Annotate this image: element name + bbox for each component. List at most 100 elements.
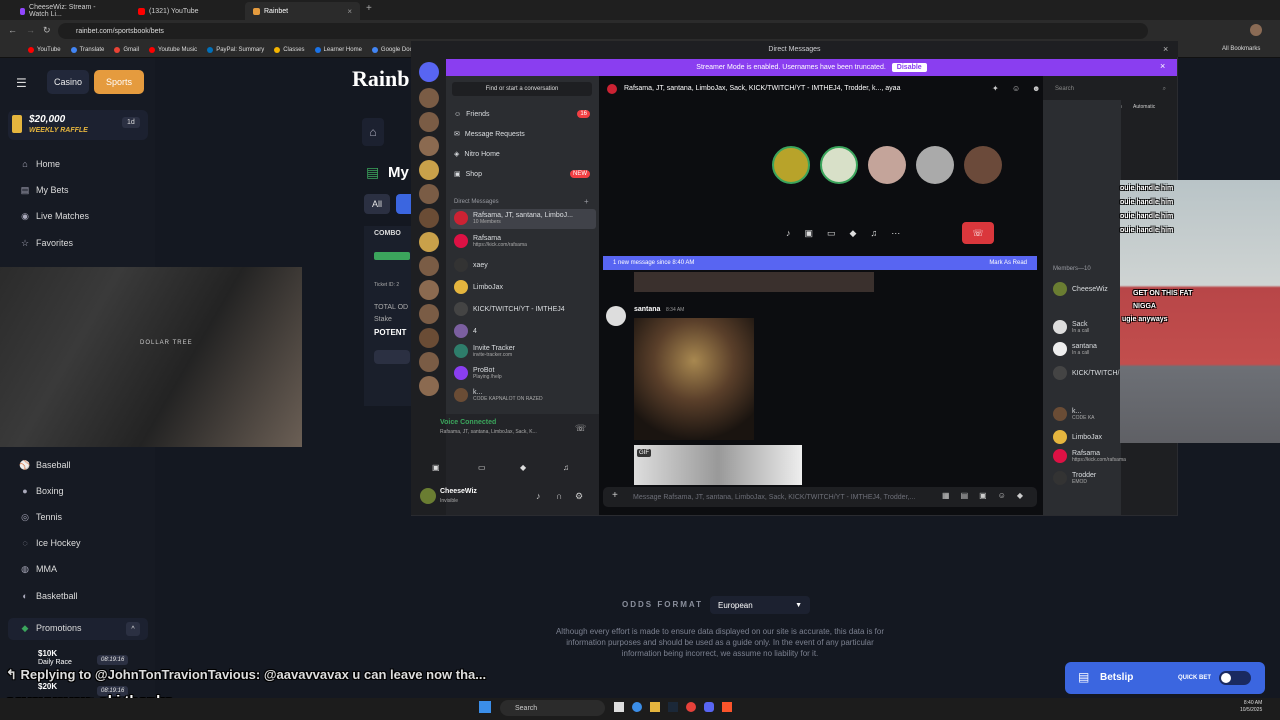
menu-nitro-home[interactable]: ◈ Nitro Home — [454, 150, 500, 159]
reload-icon[interactable]: ↻ — [43, 25, 51, 36]
mark-as-read-button[interactable]: Mark As Read — [989, 260, 1027, 266]
close-icon[interactable]: × — [347, 7, 352, 16]
banner-close-icon[interactable]: × — [1160, 61, 1165, 71]
previous-image[interactable] — [634, 272, 874, 292]
server-avatar[interactable] — [419, 160, 439, 180]
message-author[interactable]: santana — [634, 306, 660, 313]
nav-tennis[interactable]: ◎ Tennis — [20, 512, 62, 523]
filter-all[interactable]: All — [364, 194, 390, 214]
headphones-icon[interactable]: ∩ — [556, 491, 562, 501]
steam-icon[interactable] — [668, 702, 678, 712]
casino-button[interactable]: Casino — [47, 70, 89, 94]
nav-my-bets[interactable]: ▤ My Bets — [20, 185, 69, 196]
discord-home-icon[interactable] — [419, 62, 439, 82]
dm-limbojax[interactable]: LimboJax — [454, 280, 503, 294]
camera-off-icon[interactable]: ▣ — [805, 228, 814, 239]
all-bookmarks[interactable]: All Bookmarks — [1222, 46, 1260, 52]
server-avatar[interactable] — [419, 376, 439, 396]
member-k[interactable]: k... CODE KA — [1053, 407, 1095, 421]
disable-button[interactable]: Disable — [891, 63, 927, 72]
forward-icon[interactable]: → — [26, 25, 35, 35]
sports-button[interactable]: Sports — [94, 70, 144, 94]
message-image[interactable] — [634, 318, 754, 440]
add-friends-icon[interactable]: ☺ — [1012, 84, 1020, 93]
mic-icon[interactable]: ♪ — [786, 228, 791, 238]
bookmark-paypal[interactable]: PayPal: Summary — [207, 46, 264, 53]
nav-baseball[interactable]: ⚾ Baseball — [19, 460, 70, 471]
leave-call-button[interactable]: ☏ — [962, 222, 994, 244]
bookmark-youtube[interactable]: YouTube — [28, 46, 61, 53]
member-trodder[interactable]: Trodder EMOD — [1053, 471, 1096, 485]
more-icon[interactable]: ⋯ — [891, 228, 900, 239]
call-participant-avatar[interactable] — [964, 146, 1002, 184]
quick-bet-toggle[interactable] — [1219, 671, 1251, 685]
gif-embed[interactable] — [634, 445, 802, 485]
member-cheesewiz[interactable]: CheeseWiz — [1053, 282, 1108, 296]
bookmark-gmail[interactable]: Gmail — [114, 46, 139, 53]
server-avatar[interactable] — [419, 112, 439, 132]
new-tab-button[interactable]: + — [366, 3, 372, 14]
cashout-button[interactable] — [374, 350, 410, 364]
bookmark-google-docs[interactable]: Google Docs — [371, 46, 416, 53]
nav-live-matches[interactable]: ◉ Live Matches — [20, 211, 89, 222]
add-dm-icon[interactable]: + — [584, 197, 589, 206]
dm-probot[interactable]: ProBot Playing /help — [454, 366, 502, 380]
profile-avatar[interactable] — [1250, 24, 1262, 36]
dm-group[interactable]: Rafsama, JT, santana, LimboJ... 10 Member… — [454, 211, 573, 225]
window-close-icon[interactable]: × — [1163, 44, 1168, 54]
dm-4[interactable]: 4 — [454, 324, 477, 338]
edge-icon[interactable] — [632, 702, 642, 712]
call-participant-avatar[interactable] — [916, 146, 954, 184]
menu-icon[interactable]: ☰ — [16, 76, 27, 90]
find-conversation-input[interactable]: Find or start a conversation — [452, 82, 592, 96]
bookmark-translate[interactable]: Translate — [70, 46, 104, 53]
member-limbojax[interactable]: LimboJax — [1053, 430, 1102, 444]
call-participant-avatar[interactable] — [820, 146, 858, 184]
server-avatar[interactable] — [419, 280, 439, 300]
call-participant-avatar[interactable] — [772, 146, 810, 184]
server-avatar[interactable] — [419, 136, 439, 156]
nav-home[interactable]: ⌂ Home — [20, 159, 60, 169]
attach-icon[interactable]: + — [612, 490, 618, 501]
soundboard-icon[interactable]: ♫ — [563, 463, 569, 472]
menu-message-requests[interactable]: ✉ Message Requests — [454, 130, 525, 139]
server-avatar[interactable] — [419, 232, 439, 252]
nav-basketball[interactable]: ◐ Basketball — [20, 591, 77, 601]
activity-icon[interactable]: ◆ — [520, 463, 526, 472]
user-avatar[interactable] — [420, 488, 436, 504]
menu-shop[interactable]: ▣ Shop NEW — [454, 170, 590, 178]
server-avatar[interactable] — [419, 208, 439, 228]
server-avatar[interactable] — [419, 328, 439, 348]
screen-share-icon[interactable]: ▭ — [827, 228, 836, 239]
call-participant-avatar[interactable] — [868, 146, 906, 184]
url-field[interactable]: rainbet.com/sportsbook/bets — [58, 23, 1148, 39]
dm-xaey[interactable]: xaey — [454, 258, 488, 272]
server-avatar[interactable] — [419, 352, 439, 372]
member-rafsama[interactable]: Rafsama https://kick.com/rafsama — [1053, 449, 1126, 463]
server-avatar[interactable] — [419, 184, 439, 204]
apps-icon[interactable]: ◆ — [1017, 491, 1023, 500]
clock[interactable]: 8:40 AM 10/5/2025 — [1240, 700, 1262, 714]
activity-icon[interactable]: ◆ — [850, 228, 857, 239]
dm-rafsama[interactable]: Rafsama https://kick.com/rafsama — [454, 234, 527, 248]
filter-open[interactable] — [396, 194, 412, 214]
bookmark-learner-home[interactable]: Learner Home — [314, 46, 362, 53]
tab-youtube[interactable]: (1321) YouTube — [130, 2, 242, 20]
gif-icon[interactable]: ▤ — [961, 491, 969, 500]
task-view-icon[interactable] — [614, 702, 624, 712]
nav-ice-hockey[interactable]: ◌ Ice Hockey — [20, 538, 80, 548]
rainbet-logo[interactable]: Rainb — [352, 66, 409, 92]
nav-favorites[interactable]: ☆ Favorites — [20, 238, 73, 249]
dm-invite-tracker[interactable]: Invite Tracker invite-tracker.com — [454, 344, 515, 358]
server-avatar[interactable] — [419, 256, 439, 276]
settings-gear-icon[interactable]: ⚙ — [575, 491, 583, 502]
chrome-icon[interactable] — [686, 702, 696, 712]
back-icon[interactable]: ← — [8, 25, 17, 35]
camera-icon[interactable]: ▣ — [432, 463, 440, 472]
discord-icon[interactable] — [704, 702, 714, 712]
server-avatar[interactable] — [419, 304, 439, 324]
message-avatar[interactable] — [606, 306, 626, 326]
start-icon[interactable] — [479, 701, 491, 713]
bookmark-youtube-music[interactable]: Youtube Music — [149, 46, 197, 53]
server-avatar[interactable] — [419, 88, 439, 108]
